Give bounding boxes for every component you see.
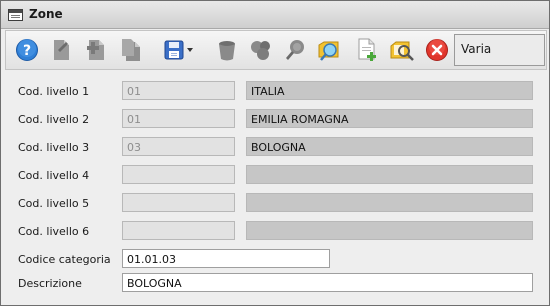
category-code-input[interactable]: 01.01.03 (122, 249, 330, 268)
save-button[interactable] (159, 35, 199, 65)
zone-window: Zone ? Varia Cod. livello 1 01 ITALIA Co… (0, 0, 550, 306)
help-button[interactable]: ? (12, 35, 42, 65)
add-record-button[interactable] (352, 35, 382, 65)
level-3-code-field: 03 (122, 137, 235, 156)
level-5-description-field (246, 193, 533, 212)
level-3-label: Cod. livello 3 (18, 141, 90, 154)
cluster-icon (251, 41, 270, 60)
copy-document-button[interactable] (116, 35, 146, 65)
level-1-description-field: ITALIA (246, 81, 533, 100)
close-button[interactable] (422, 35, 452, 65)
close-circle-icon (426, 39, 448, 61)
window-title: Zone (29, 7, 63, 21)
help-icon: ? (16, 39, 38, 61)
add-page-icon (358, 38, 376, 61)
new-document-button[interactable] (46, 35, 76, 65)
level-3-description-field: BOLOGNA (246, 137, 533, 156)
level-6-description-field (246, 221, 533, 240)
level-6-code-field (122, 221, 235, 240)
level-6-label: Cod. livello 6 (18, 225, 90, 238)
level-2-description-field: EMILIA ROMAGNA (246, 109, 533, 128)
description-label: Descrizione (18, 277, 82, 290)
document-icon (54, 40, 69, 60)
browse-button[interactable] (314, 35, 344, 65)
svg-text:?: ? (23, 43, 31, 59)
trash-icon (219, 41, 235, 61)
magnifier-icon (286, 40, 304, 60)
document-copy-icon (122, 39, 140, 61)
mode-indicator: Varia (454, 34, 545, 66)
level-5-code-field (122, 193, 235, 212)
folder-magnifier-icon (390, 41, 414, 61)
level-4-description-field (246, 165, 533, 184)
level-5-label: Cod. livello 5 (18, 197, 90, 210)
level-4-code-field (122, 165, 235, 184)
floppy-disk-icon (164, 40, 193, 60)
level-1-code-field: 01 (122, 81, 235, 100)
level-4-label: Cod. livello 4 (18, 169, 90, 182)
level-2-code-field: 01 (122, 109, 235, 128)
delete-button[interactable] (212, 35, 242, 65)
level-2-label: Cod. livello 2 (18, 113, 90, 126)
toolbar: ? Varia (5, 30, 547, 70)
document-add-icon (87, 40, 104, 60)
level-1-label: Cod. livello 1 (18, 85, 90, 98)
find-record-button[interactable] (387, 35, 417, 65)
folder-search-icon (318, 41, 339, 61)
new-child-document-button[interactable] (81, 35, 111, 65)
search-button[interactable] (280, 35, 310, 65)
zone-form: Cod. livello 1 01 ITALIA Cod. livello 2 … (1, 73, 549, 305)
description-input[interactable]: BOLOGNA (122, 273, 533, 292)
title-bar[interactable]: Zone (1, 1, 549, 29)
group-button[interactable] (246, 35, 276, 65)
category-label: Codice categoria (18, 253, 111, 266)
window-icon (8, 9, 23, 21)
